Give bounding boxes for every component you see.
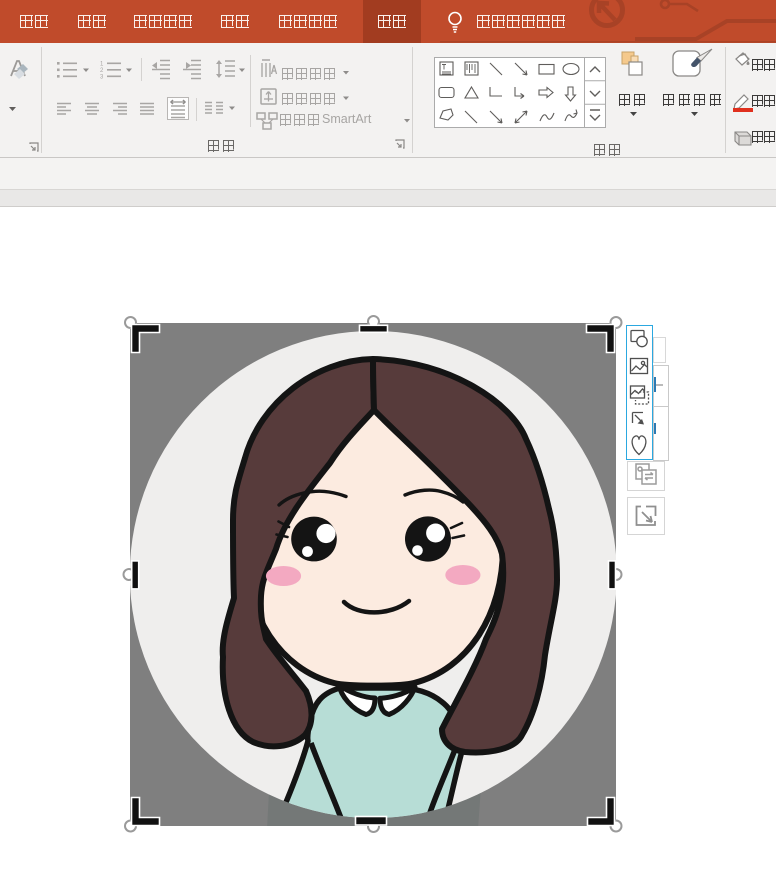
svg-text:1: 1 — [100, 62, 104, 68]
svg-text:3: 3 — [100, 75, 104, 81]
svg-text:2: 2 — [100, 68, 104, 74]
